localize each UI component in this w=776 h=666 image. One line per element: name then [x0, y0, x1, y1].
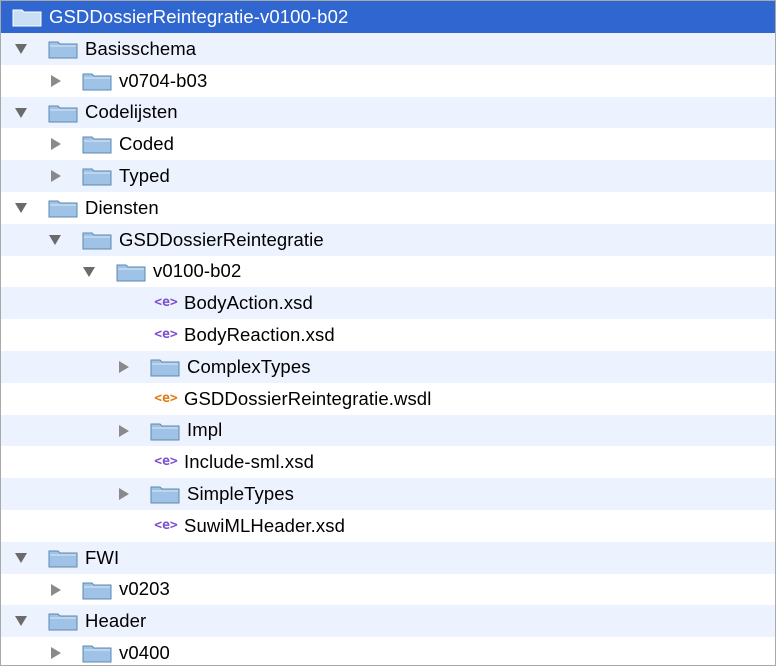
disclosure-expanded-icon[interactable]: [15, 616, 27, 627]
disclosure-collapsed-icon[interactable]: [51, 74, 61, 87]
tree-item-label: FWI: [85, 546, 120, 568]
tree-item-label: SimpleTypes: [187, 483, 295, 505]
xsd-file-icon: <e>: [154, 517, 178, 533]
tree-item-label: GSDDossierReintegratie.wsdl: [184, 387, 432, 409]
tree-root-row[interactable]: GSDDossierReintegratie-v0100-b02: [1, 1, 775, 33]
tree-item-label: GSDDossierReintegratie: [119, 228, 324, 250]
disclosure-collapsed-icon[interactable]: [51, 583, 61, 596]
xsd-file-icon: <e>: [154, 327, 178, 343]
tree-row-basisschema[interactable]: Basisschema: [1, 33, 775, 65]
folder-icon: [48, 41, 78, 59]
tree-row-coded[interactable]: Coded: [1, 128, 775, 160]
tree-root-label: GSDDossierReintegratie-v0100-b02: [49, 6, 349, 27]
wsdl-file-icon: <e>: [154, 390, 178, 406]
tree-row-gsddossierreintegratie-wsdl[interactable]: <e> GSDDossierReintegratie.wsdl: [1, 383, 775, 415]
tree-item-label: v0203: [119, 578, 170, 600]
tree-item-label: Typed: [119, 165, 170, 187]
folder-icon: [12, 9, 42, 27]
disclosure-collapsed-icon[interactable]: [51, 170, 61, 183]
folder-icon: [48, 613, 78, 631]
tree-row-fwi[interactable]: FWI: [1, 541, 775, 574]
disclosure-expanded-icon[interactable]: [15, 202, 27, 213]
tree-item-label: ComplexTypes: [187, 355, 311, 377]
tree-row-bodyaction-xsd[interactable]: <e> BodyAction.xsd: [1, 287, 775, 320]
tree-row-bodyreaction-xsd[interactable]: <e> BodyReaction.xsd: [1, 319, 775, 351]
tree-row-diensten[interactable]: Diensten: [1, 192, 775, 224]
folder-icon: [82, 232, 112, 250]
folder-icon: [82, 73, 112, 91]
tree-row-typed[interactable]: Typed: [1, 160, 775, 192]
tree-row-simpletypes[interactable]: SimpleTypes: [1, 478, 775, 510]
tree-row-impl[interactable]: Impl: [1, 414, 775, 447]
tree-item-label: BodyAction.xsd: [184, 292, 313, 314]
disclosure-collapsed-icon[interactable]: [51, 647, 61, 660]
tree-item-label: Coded: [119, 133, 175, 155]
tree-item-label: v0704-b03: [119, 69, 208, 91]
tree-item-label: v0400: [119, 642, 170, 664]
folder-icon: [150, 423, 180, 441]
tree-item-label: SuwiMLHeader.xsd: [184, 514, 345, 536]
folder-icon: [82, 582, 112, 600]
tree-row-gsddossierreintegratie[interactable]: GSDDossierReintegratie: [1, 223, 775, 256]
folder-icon: [116, 264, 146, 282]
xsd-file-icon: <e>: [154, 295, 178, 311]
tree-row-complextypes[interactable]: ComplexTypes: [1, 350, 775, 383]
tree-row-include-sml-xsd[interactable]: <e> Include-sml.xsd: [1, 446, 775, 478]
tree-rows: Basisschema v0704-b03 Codelijsten Coded Type…: [1, 33, 775, 665]
tree-row-codelijsten[interactable]: Codelijsten: [1, 96, 775, 129]
tree-row-suwimlheader-xsd[interactable]: <e> SuwiMLHeader.xsd: [1, 510, 775, 542]
folder-icon: [150, 359, 180, 377]
disclosure-expanded-icon[interactable]: [15, 44, 27, 54]
disclosure-collapsed-icon[interactable]: [119, 488, 129, 501]
tree-item-label: Basisschema: [85, 37, 197, 59]
tree-row-v0400[interactable]: v0400: [1, 637, 775, 665]
tree-item-label: BodyReaction.xsd: [184, 324, 335, 346]
folder-icon: [82, 136, 112, 154]
tree-item-label: Impl: [187, 419, 223, 441]
tree-item-label: Diensten: [85, 196, 159, 218]
folder-icon: [48, 200, 78, 218]
tree-row-v0203[interactable]: v0203: [1, 574, 775, 606]
folder-icon: [48, 550, 78, 568]
tree-row-v0100-b02[interactable]: v0100-b02: [1, 256, 775, 288]
folder-icon: [82, 645, 112, 663]
disclosure-expanded-icon[interactable]: [83, 266, 95, 277]
disclosure-collapsed-icon[interactable]: [119, 424, 129, 437]
file-tree-panel: GSDDossierReintegratie-v0100-b02 Basissc…: [0, 0, 776, 666]
disclosure-expanded-icon[interactable]: [49, 234, 61, 245]
xsd-file-icon: <e>: [154, 454, 178, 470]
tree-item-label: Codelijsten: [85, 101, 178, 123]
tree-item-label: Include-sml.xsd: [184, 451, 315, 473]
disclosure-expanded-icon[interactable]: [15, 107, 27, 118]
disclosure-collapsed-icon[interactable]: [51, 138, 61, 151]
disclosure-collapsed-icon[interactable]: [119, 360, 129, 373]
tree-row-header[interactable]: Header: [1, 605, 775, 638]
tree-item-label: Header: [85, 610, 147, 632]
tree-item-label: v0100-b02: [153, 260, 242, 282]
tree-row-v0704-b03[interactable]: v0704-b03: [1, 65, 775, 97]
disclosure-expanded-icon[interactable]: [15, 552, 27, 563]
folder-icon: [150, 486, 180, 504]
folder-icon: [82, 168, 112, 186]
folder-icon: [48, 105, 78, 123]
